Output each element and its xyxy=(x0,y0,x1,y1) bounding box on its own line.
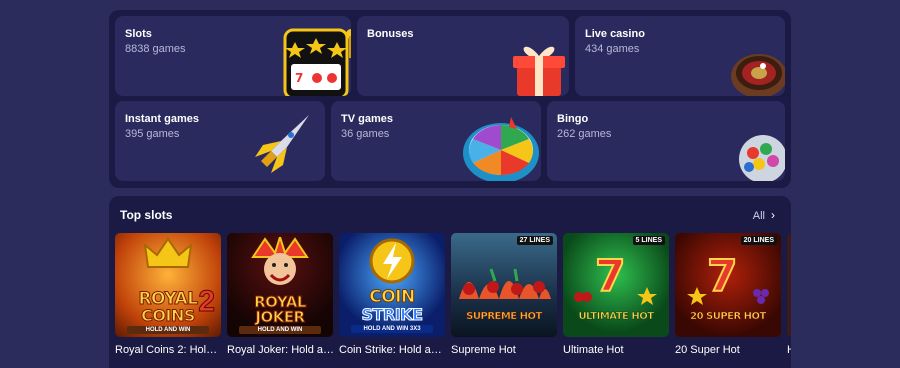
game-name: Ultimate Hot xyxy=(563,344,624,356)
game-art-title: COIN xyxy=(369,287,416,308)
grapes-star-icon xyxy=(687,287,769,305)
game-thumbnail: 5 LINES 7 ULTIMATE HOT xyxy=(563,233,669,337)
fortune-wheel-icon xyxy=(463,117,539,181)
category-tv-games[interactable]: TV games 36 games xyxy=(331,101,541,181)
game-art-subtitle: JOKER xyxy=(255,308,306,327)
game-thumbnail: 20 LINES 7 20 SUPER HOT xyxy=(675,233,781,337)
chevron-right-icon: › xyxy=(771,208,775,222)
category-title: Bingo xyxy=(557,113,589,125)
all-label: All xyxy=(752,210,765,222)
game-carousel: ROYAL COINS 2 HOLD AND WIN Royal Coins 2… xyxy=(115,233,791,368)
category-count: 434 games xyxy=(585,43,640,55)
category-bonuses[interactable]: Bonuses xyxy=(357,16,569,96)
category-title: Live casino xyxy=(585,28,645,40)
game-card-royal-coins-2[interactable]: ROYAL COINS 2 HOLD AND WIN Royal Coins 2… xyxy=(115,233,223,356)
all-link[interactable]: All › xyxy=(753,208,775,222)
game-thumbnail: COIN STRIKE HOLD AND WIN 3X3 xyxy=(339,233,445,337)
gift-box-icon xyxy=(513,46,565,96)
category-bingo[interactable]: Bingo 262 games xyxy=(547,101,785,181)
game-name: Supreme Hot xyxy=(451,344,516,356)
bingo-balls-icon xyxy=(739,135,785,181)
game-name: 20 Super Hot xyxy=(675,344,740,356)
game-card-supreme-hot[interactable]: 27 LINES SUPREME HOT Supreme Hot xyxy=(451,233,557,356)
category-live-casino[interactable]: Live casino 434 games xyxy=(575,16,785,96)
game-name: Coin Strike: Hold and ... xyxy=(339,344,447,356)
category-count: 395 games xyxy=(125,128,180,140)
top-slots-section: Top slots All › ROYAL COINS 2 HOLD AND WI… xyxy=(109,196,791,368)
game-art-tag: HOLD AND WIN 3X3 xyxy=(351,325,433,333)
category-count: 8838 games xyxy=(125,43,186,55)
game-card-20-super-hot[interactable]: 20 LINES 7 20 SUPER HOT 20 Super Hot xyxy=(675,233,781,356)
game-art-number: 2 xyxy=(198,285,216,319)
lines-badge: 5 LINES xyxy=(632,236,665,245)
lines-badge: 27 LINES xyxy=(516,236,553,245)
game-name: H xyxy=(787,344,791,356)
game-name: Royal Joker: Hold and... xyxy=(227,344,335,356)
category-title: Instant games xyxy=(125,113,199,125)
section-title: Top slots xyxy=(120,208,173,222)
roulette-icon xyxy=(731,54,785,96)
game-art-title: SUPREME HOT xyxy=(466,311,543,323)
rocket-icon xyxy=(255,115,309,173)
category-count: 262 games xyxy=(557,128,612,140)
game-card-royal-joker[interactable]: ROYAL JOKER HOLD AND WIN Royal Joker: Ho… xyxy=(227,233,335,356)
category-instant-games[interactable]: Instant games 395 games xyxy=(115,101,325,181)
game-art-tag: HOLD AND WIN xyxy=(127,326,209,334)
joker-icon xyxy=(251,237,309,285)
game-art-title: 20 SUPER HOT xyxy=(690,311,767,323)
categories-panel: Slots 8838 games 7 Bonuses Live casino 4… xyxy=(109,10,791,188)
category-title: TV games xyxy=(341,113,393,125)
lines-badge: 20 LINES xyxy=(740,236,777,245)
game-card-partial[interactable]: H xyxy=(787,233,791,356)
slot-machine-icon: 7 xyxy=(283,28,351,96)
category-slots[interactable]: Slots 8838 games 7 xyxy=(115,16,351,96)
coin-lightning-icon xyxy=(369,238,415,284)
svg-text:7: 7 xyxy=(295,71,303,85)
category-title: Bonuses xyxy=(367,28,414,40)
crown-icon xyxy=(143,237,193,268)
game-card-ultimate-hot[interactable]: 5 LINES 7 ULTIMATE HOT Ultimate Hot xyxy=(563,233,669,356)
game-art-subtitle: STRIKE xyxy=(361,305,424,325)
game-thumbnail: ROYAL COINS 2 HOLD AND WIN xyxy=(115,233,221,337)
game-thumbnail: ROYAL JOKER HOLD AND WIN xyxy=(227,233,333,337)
game-thumbnail: 27 LINES SUPREME HOT xyxy=(451,233,557,337)
category-title: Slots xyxy=(125,28,152,40)
game-name: Royal Coins 2: Hold a... xyxy=(115,344,223,356)
game-art-tag: HOLD AND WIN xyxy=(239,326,321,334)
game-art-title: ULTIMATE HOT xyxy=(578,311,654,323)
game-thumbnail xyxy=(787,233,791,337)
game-card-coin-strike[interactable]: COIN STRIKE HOLD AND WIN 3X3 Coin Strike… xyxy=(339,233,447,356)
category-count: 36 games xyxy=(341,128,390,140)
fruits-fire-icon xyxy=(459,268,551,299)
cherries-star-icon xyxy=(574,287,657,305)
